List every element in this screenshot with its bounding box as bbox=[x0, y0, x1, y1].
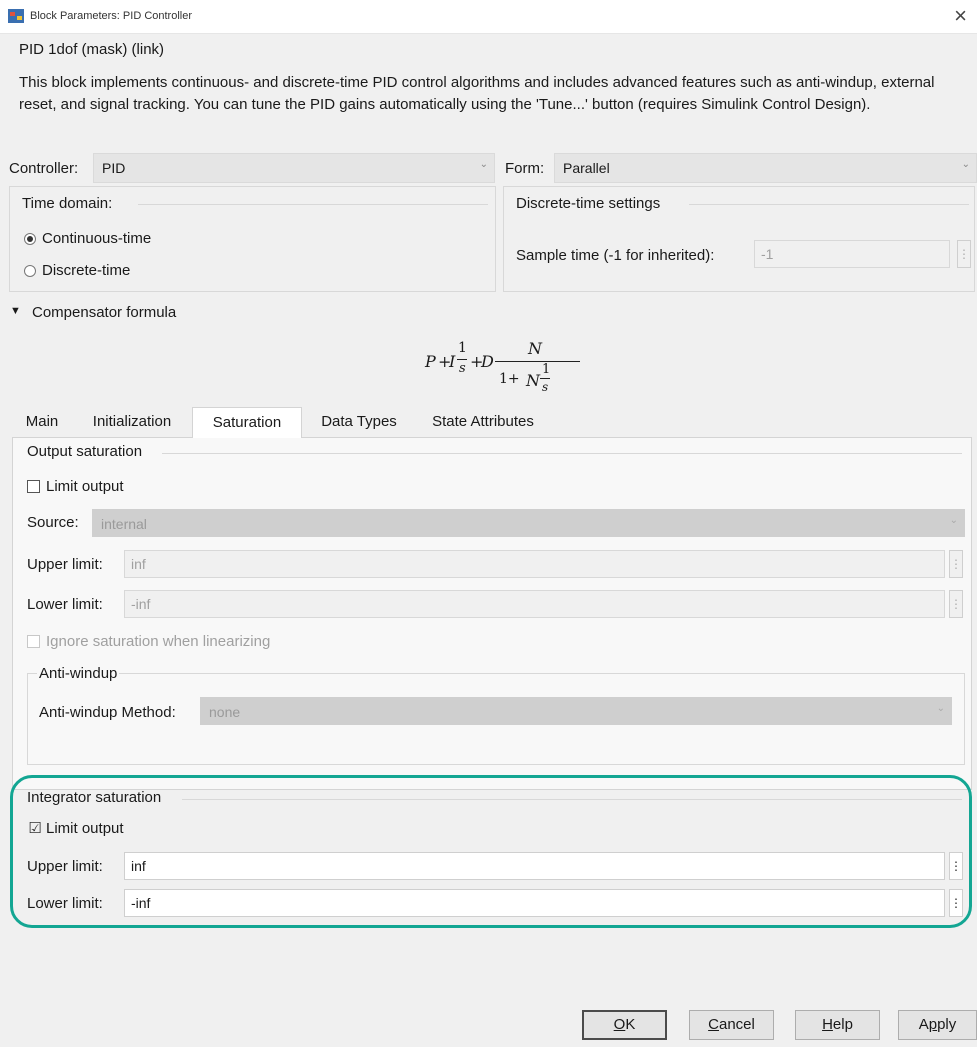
controller-value: PID bbox=[102, 160, 126, 176]
apply-pre: A bbox=[918, 1016, 929, 1033]
output-limit-label: Limit output bbox=[46, 478, 124, 495]
collapse-triangle-icon[interactable]: ▼ bbox=[10, 305, 21, 317]
window-title: Block Parameters: PID Controller bbox=[30, 10, 192, 22]
more-options-icon[interactable]: ⋮ bbox=[949, 889, 963, 917]
more-options-icon[interactable]: ⋮ bbox=[957, 240, 971, 268]
formula-i: I bbox=[449, 352, 456, 371]
output-lower-limit-label: Lower limit: bbox=[27, 596, 103, 613]
chevron-down-icon: ⌄ bbox=[949, 515, 958, 526]
ignore-saturation-label: Ignore saturation when linearizing bbox=[46, 633, 271, 650]
simulink-app-icon bbox=[8, 9, 24, 23]
divider bbox=[689, 204, 969, 205]
more-options-icon[interactable]: ⋮ bbox=[949, 550, 963, 578]
continuous-time-label: Continuous-time bbox=[42, 230, 152, 247]
integrator-saturation-label: Integrator saturation bbox=[27, 789, 162, 806]
apply-accel: p bbox=[928, 1016, 938, 1033]
anti-windup-method-value: none bbox=[209, 704, 241, 720]
divider bbox=[138, 204, 488, 205]
formula-n: N bbox=[526, 371, 540, 390]
source-label: Source: bbox=[27, 514, 79, 531]
cancel-button[interactable]: Cancel bbox=[689, 1010, 774, 1040]
output-upper-limit-field[interactable]: inf bbox=[124, 550, 945, 578]
apply-rest: ply bbox=[937, 1016, 957, 1033]
formula-d: D bbox=[481, 352, 494, 371]
more-options-icon[interactable]: ⋮ bbox=[949, 590, 963, 618]
chevron-down-icon: ⌄ bbox=[961, 159, 970, 170]
chevron-down-icon: ⌄ bbox=[936, 703, 945, 714]
integrator-lower-limit-field[interactable]: -inf bbox=[124, 889, 945, 917]
chevron-down-icon: ⌄ bbox=[479, 159, 488, 170]
fraction-bar bbox=[540, 378, 550, 379]
formula-one: 1 bbox=[458, 340, 467, 356]
output-saturation-label: Output saturation bbox=[27, 443, 143, 460]
apply-button[interactable]: Apply bbox=[898, 1010, 977, 1040]
anti-windup-group: Anti-windup Anti-windup Method: none ⌄ bbox=[27, 665, 965, 765]
cancel-accel: C bbox=[708, 1016, 719, 1033]
ignore-saturation-checkbox[interactable] bbox=[27, 635, 40, 648]
form-dropdown[interactable]: Parallel ⌄ bbox=[554, 153, 977, 183]
source-dropdown[interactable]: internal ⌄ bbox=[92, 509, 965, 537]
compensator-formula-label: Compensator formula bbox=[32, 304, 177, 321]
ok-rest: K bbox=[625, 1016, 636, 1033]
discrete-settings-group: Discrete-time settings Sample time (-1 f… bbox=[503, 186, 975, 292]
form-label: Form: bbox=[505, 160, 545, 177]
discrete-time-radio[interactable] bbox=[24, 265, 36, 277]
help-button[interactable]: Help bbox=[795, 1010, 880, 1040]
block-type-label: PID 1dof (mask) (link) bbox=[19, 41, 165, 58]
integrator-limit-checkbox[interactable]: ☑ bbox=[27, 821, 43, 836]
divider bbox=[162, 453, 962, 454]
block-description: This block implements continuous- and di… bbox=[19, 74, 935, 113]
tab-data-types[interactable]: Data Types bbox=[304, 407, 414, 438]
anti-windup-method-label: Anti-windup Method: bbox=[39, 704, 176, 721]
sample-time-label: Sample time (-1 for inherited): bbox=[516, 247, 715, 264]
output-limit-checkbox[interactable] bbox=[27, 480, 40, 493]
formula-p: P bbox=[425, 352, 436, 371]
time-domain-group: Time domain: Continuous-time Discrete-ti… bbox=[9, 186, 496, 292]
output-lower-limit-value: -inf bbox=[131, 596, 151, 612]
anti-windup-method-dropdown[interactable]: none ⌄ bbox=[200, 697, 952, 725]
more-options-icon[interactable]: ⋮ bbox=[949, 852, 963, 880]
formula-one-plus: 1+ bbox=[499, 371, 520, 387]
continuous-time-radio[interactable] bbox=[24, 233, 36, 245]
output-upper-limit-value: inf bbox=[131, 556, 146, 572]
tab-saturation[interactable]: Saturation bbox=[192, 407, 302, 438]
integrator-limit-label: Limit output bbox=[46, 820, 124, 837]
formula-s: s bbox=[542, 380, 549, 394]
integrator-upper-limit-field[interactable]: inf bbox=[124, 852, 945, 880]
output-upper-limit-label: Upper limit: bbox=[27, 556, 103, 573]
integrator-lower-limit-value: -inf bbox=[131, 895, 151, 911]
fraction-bar bbox=[457, 359, 467, 360]
tab-main[interactable]: Main bbox=[12, 407, 72, 438]
formula-n: N bbox=[528, 339, 542, 358]
ok-accel: O bbox=[613, 1016, 626, 1033]
integrator-upper-limit-value: inf bbox=[131, 858, 146, 874]
sample-time-field[interactable]: -1 bbox=[754, 240, 950, 268]
sample-time-value: -1 bbox=[761, 246, 774, 262]
tab-state-attributes[interactable]: State Attributes bbox=[414, 407, 552, 438]
output-lower-limit-field[interactable]: -inf bbox=[124, 590, 945, 618]
discrete-time-label: Discrete-time bbox=[42, 262, 131, 279]
source-value: internal bbox=[101, 516, 147, 532]
close-icon[interactable]: × bbox=[954, 4, 967, 28]
time-domain-label: Time domain: bbox=[22, 195, 113, 212]
anti-windup-label: Anti-windup bbox=[37, 665, 120, 682]
controller-dropdown[interactable]: PID ⌄ bbox=[93, 153, 495, 183]
formula-s: s bbox=[459, 361, 466, 376]
discrete-settings-label: Discrete-time settings bbox=[516, 195, 661, 212]
integrator-lower-limit-label: Lower limit: bbox=[27, 895, 103, 912]
compensator-formula: P + I 1 s + D N 1+ N 1 s bbox=[425, 339, 595, 400]
help-accel: H bbox=[822, 1016, 833, 1033]
cancel-rest: ancel bbox=[718, 1016, 755, 1033]
formula-one: 1 bbox=[542, 362, 551, 377]
controller-label: Controller: bbox=[9, 160, 79, 177]
divider bbox=[182, 799, 962, 800]
help-rest: elp bbox=[832, 1016, 853, 1033]
integrator-upper-limit-label: Upper limit: bbox=[27, 858, 103, 875]
tab-initialization[interactable]: Initialization bbox=[76, 407, 188, 438]
title-bar: Block Parameters: PID Controller × bbox=[0, 0, 977, 34]
fraction-bar bbox=[495, 361, 580, 362]
form-value: Parallel bbox=[563, 160, 610, 176]
ok-button[interactable]: OK bbox=[582, 1010, 667, 1040]
